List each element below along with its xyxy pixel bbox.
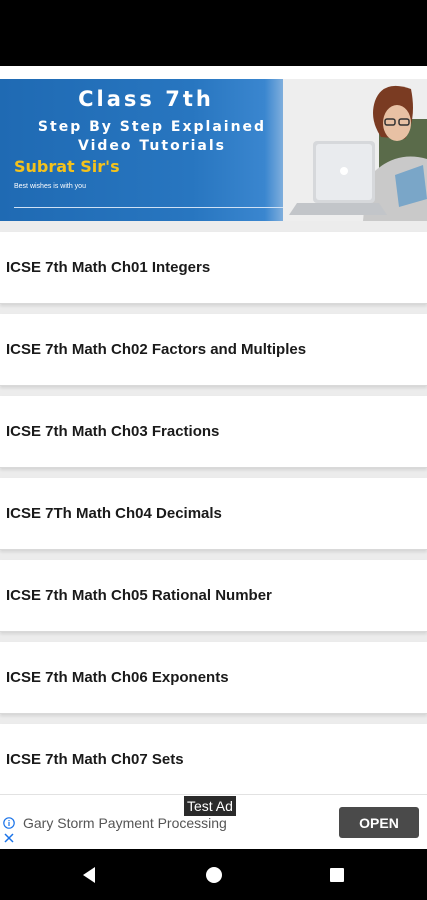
back-icon[interactable] <box>79 864 101 886</box>
chapter-list: ICSE 7th Math Ch01 Integers ICSE 7th Mat… <box>0 221 427 793</box>
banner-divider <box>14 207 312 208</box>
close-icon[interactable] <box>4 833 14 843</box>
chapter-item-ch07[interactable]: ICSE 7th Math Ch07 Sets <box>0 724 427 793</box>
chapter-label: ICSE 7th Math Ch01 Integers <box>6 259 211 276</box>
chapter-label: ICSE 7th Math Ch02 Factors and Multiples <box>6 341 307 358</box>
chapter-item-ch01[interactable]: ICSE 7th Math Ch01 Integers <box>0 232 427 304</box>
chapter-label: ICSE 7th Math Ch03 Fractions <box>6 423 220 440</box>
chapter-item-ch02[interactable]: ICSE 7th Math Ch02 Factors and Multiples <box>0 314 427 386</box>
chapter-label: ICSE 7th Math Ch05 Rational Number <box>6 587 272 604</box>
chapter-label: ICSE 7th Math Ch06 Exponents <box>6 669 229 686</box>
ad-open-button[interactable]: OPEN <box>339 807 419 838</box>
banner-brand: Subrat Sir's <box>14 157 120 176</box>
banner-tagline: Best wishes is with you <box>14 183 86 190</box>
banner-subtitle-line2: Video Tutorials <box>78 138 226 154</box>
chapter-label: ICSE 7Th Math Ch04 Decimals <box>6 505 222 522</box>
course-banner: Class 7th Step By Step Explained Video T… <box>0 79 427 221</box>
chapter-item-ch05[interactable]: ICSE 7th Math Ch05 Rational Number <box>0 560 427 632</box>
info-icon[interactable] <box>3 817 15 829</box>
teacher-laptop-photo <box>283 79 427 221</box>
system-nav-bar <box>0 849 427 900</box>
test-ad-badge: Test Ad <box>184 796 236 816</box>
chapter-item-ch04[interactable]: ICSE 7Th Math Ch04 Decimals <box>0 478 427 550</box>
ad-text: Gary Storm Payment Processing <box>23 815 227 831</box>
chapter-item-ch06[interactable]: ICSE 7th Math Ch06 Exponents <box>0 642 427 714</box>
chapter-label: ICSE 7th Math Ch07 Sets <box>6 751 184 768</box>
chapter-item-ch03[interactable]: ICSE 7th Math Ch03 Fractions <box>0 396 427 468</box>
home-icon[interactable] <box>203 864 225 886</box>
ad-banner[interactable]: Test Ad Gary Storm Payment Processing OP… <box>0 794 427 849</box>
banner-subtitle-line1: Step By Step Explained <box>37 119 267 135</box>
recent-apps-icon[interactable] <box>326 864 348 886</box>
status-bar <box>0 0 427 66</box>
banner-title: Class 7th <box>78 87 214 111</box>
